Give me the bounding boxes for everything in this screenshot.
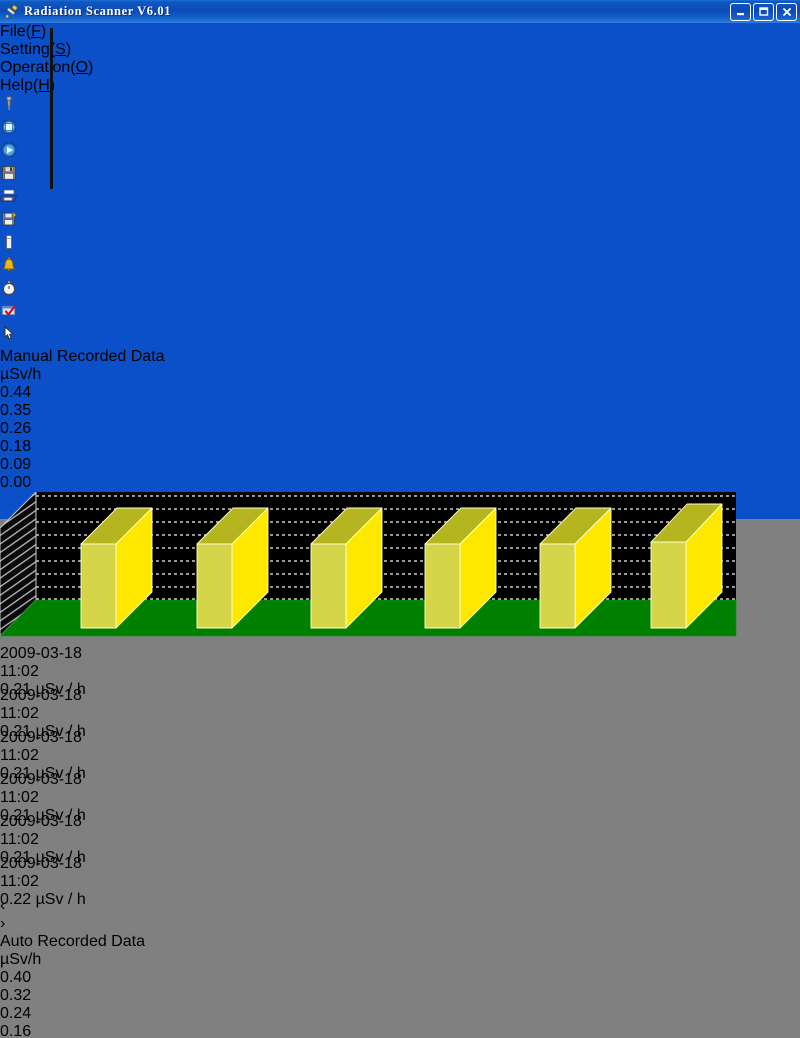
menu-label-setting: Setting	[0, 41, 50, 58]
window-controls	[730, 3, 797, 21]
scanner-wand-icon	[4, 4, 20, 20]
manual-data-label-4[interactable]: 2009-03-18 11:02 0.21 µSv / h	[0, 771, 90, 813]
manual-data-label-2[interactable]: 2009-03-18 11:02 0.21 µSv / h	[0, 687, 90, 729]
manual-label-1-date: 2009-03-18	[0, 645, 90, 663]
manual-plot-area[interactable]	[0, 492, 800, 645]
manual-label-3-date: 2009-03-18	[0, 729, 90, 747]
manual-label-6-time: 11:02	[0, 873, 90, 891]
alarm-bell-icon[interactable]	[0, 256, 800, 279]
menu-bar: File(F) Setting(S) Operation(O) Help(H)	[0, 23, 800, 95]
menu-item-file[interactable]: File(F)	[0, 23, 800, 41]
menu-accel-operation: O	[76, 59, 88, 76]
auto-ytick-3: 0.16	[0, 1023, 800, 1038]
menu-item-help[interactable]: Help(H)	[0, 77, 800, 95]
play-icon[interactable]	[0, 141, 800, 164]
manual-label-4-time: 11:02	[0, 789, 90, 807]
save-as-icon[interactable]	[0, 210, 800, 233]
manual-data-label-6[interactable]: 2009-03-18 11:02 0.22 µSv / h	[0, 855, 90, 897]
scroll-left-button[interactable]: ‹	[0, 897, 800, 915]
menu-accel-help: H	[38, 77, 50, 94]
window-title: Radiation Scanner V6.01	[24, 4, 171, 19]
manual-chart-panel: Manual Recorded Data µSv/h 0.44 0.35 0.2…	[0, 348, 800, 897]
minimize-button[interactable]	[730, 3, 751, 21]
menu-accel-setting: S	[55, 41, 66, 58]
auto-ytick-2: 0.24	[0, 1005, 800, 1023]
save-icon[interactable]	[0, 164, 800, 187]
manual-ytick-5: 0.00	[0, 474, 800, 492]
manual-ytick-0: 0.44	[0, 384, 800, 402]
manual-label-3-time: 11:02	[0, 747, 90, 765]
close-button[interactable]	[776, 3, 797, 21]
manual-data-label-3[interactable]: 2009-03-18 11:02 0.21 µSv / h	[0, 729, 90, 771]
auto-chart-title: Auto Recorded Data	[0, 933, 800, 951]
title-bar: Radiation Scanner V6.01	[0, 0, 800, 23]
check-report-icon[interactable]	[0, 302, 800, 325]
menu-label-file: File	[0, 23, 26, 40]
manual-ytick-3: 0.18	[0, 438, 800, 456]
horizontal-scrollbar[interactable]: ‹ ›	[0, 897, 800, 933]
menu-label-help: Help	[0, 77, 33, 94]
auto-ytick-1: 0.32	[0, 987, 800, 1005]
manual-ytick-4: 0.09	[0, 456, 800, 474]
scroll-right-button[interactable]: ›	[0, 915, 800, 933]
auto-unit-label: µSv/h	[0, 951, 800, 969]
print-icon[interactable]	[0, 187, 800, 210]
tool-bar	[0, 95, 800, 348]
manual-label-5-time: 11:02	[0, 831, 90, 849]
manual-label-5-date: 2009-03-18	[0, 813, 90, 831]
manual-label-2-time: 11:02	[0, 705, 90, 723]
menu-item-setting[interactable]: Setting(S)	[0, 41, 800, 59]
stop-icon[interactable]	[0, 118, 800, 141]
menu-accel-file: F	[31, 23, 41, 40]
maximize-button[interactable]	[753, 3, 774, 21]
manual-data-label-5[interactable]: 2009-03-18 11:02 0.21 µSv / h	[0, 813, 90, 855]
manual-label-2-date: 2009-03-18	[0, 687, 90, 705]
application-window: Radiation Scanner V6.01 File(F) Setting(…	[0, 0, 800, 519]
manual-chart-title: Manual Recorded Data	[0, 348, 800, 366]
clear-icon[interactable]	[0, 233, 800, 256]
menu-item-operation[interactable]: Operation(O)	[0, 59, 800, 77]
auto-y-axis-line	[50, 34, 53, 189]
connect-probe-icon[interactable]	[0, 95, 800, 118]
auto-ytick-0: 0.40	[0, 969, 800, 987]
manual-ytick-2: 0.26	[0, 420, 800, 438]
auto-chart-panel: Auto Recorded Data µSv/h 0.40 0.32 0.24 …	[0, 933, 800, 1038]
help-pointer-icon[interactable]	[0, 325, 800, 348]
manual-label-4-date: 2009-03-18	[0, 771, 90, 789]
menu-label-operation: Operation	[0, 59, 70, 76]
manual-label-1-time: 11:02	[0, 663, 90, 681]
manual-plot-svg	[0, 492, 738, 640]
timer-icon[interactable]	[0, 279, 800, 302]
client-area: Manual Recorded Data µSv/h 0.44 0.35 0.2…	[0, 348, 800, 1038]
manual-label-6-date: 2009-03-18	[0, 855, 90, 873]
manual-label-6-value: 0.22 µSv / h	[0, 891, 90, 909]
manual-ytick-1: 0.35	[0, 402, 800, 420]
manual-unit-label: µSv/h	[0, 366, 800, 384]
manual-data-label-1[interactable]: 2009-03-18 11:02 0.21 µSv / h	[0, 645, 90, 687]
